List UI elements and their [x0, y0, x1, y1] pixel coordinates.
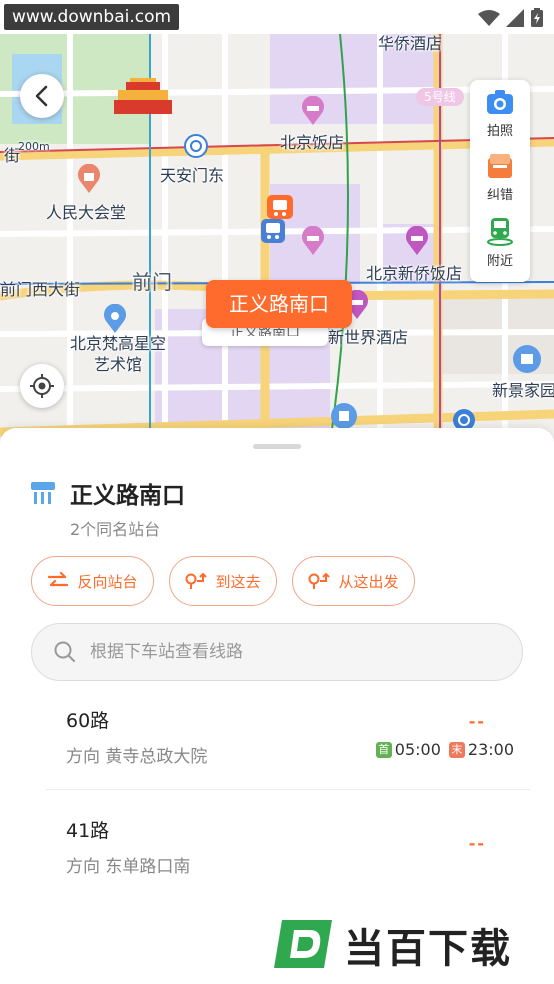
route-number: 60路 [66, 710, 110, 732]
start-here-label: 从这出发 [338, 572, 399, 591]
last-bus-badge: 末 [448, 741, 465, 758]
reverse-platform-label: 反向站台 [77, 572, 138, 591]
map-label-tiananmen-east[interactable]: 天安门东 [160, 162, 224, 186]
poi-hotel-icon [406, 226, 428, 255]
stop-callout[interactable]: 正义路南口 [206, 280, 352, 328]
wifi-icon [478, 10, 500, 26]
locate-button[interactable] [20, 364, 64, 408]
map-view[interactable]: 华侨酒店 街 200m 天安门东 北京饭店 人民大会堂 前门 前门西大街 北京新… [0, 34, 554, 444]
brand-text: 当百下载 [344, 926, 512, 972]
route-to-icon [185, 572, 208, 589]
route-schedule: 首 05:00 末 23:00 [375, 740, 514, 759]
battery-icon [531, 8, 543, 27]
signal-icon [506, 9, 524, 27]
bus-stop-marker-icon[interactable] [260, 218, 286, 244]
go-here-button[interactable]: 到这去 [169, 556, 277, 606]
status-icons [478, 8, 544, 28]
map-label-top-hotel: 华侨酒店 [378, 34, 443, 53]
subway-station-icon [184, 134, 208, 158]
tool-report-button[interactable]: 纠错 [470, 152, 530, 218]
chevron-left-icon [35, 85, 48, 107]
reverse-platform-button[interactable]: 反向站台 [31, 556, 154, 606]
poi-hotel-icon [302, 96, 324, 125]
brand-watermark: 当百下载 [272, 904, 554, 984]
first-bus-time: 05:00 [394, 740, 441, 759]
go-here-label: 到这去 [215, 572, 261, 591]
map-label-great-hall[interactable]: 人民大会堂 [46, 199, 126, 223]
poi-pin-icon [104, 304, 126, 333]
stop-title: 正义路南口 [70, 483, 185, 509]
poi-hospital-icon [331, 403, 357, 429]
tool-nearby-button[interactable]: 附近 [470, 216, 530, 282]
poi-shop-icon [513, 345, 541, 373]
report-icon [488, 154, 512, 178]
stop-subtitle[interactable]: 2个同名站台 [70, 516, 160, 540]
search-icon [54, 641, 75, 662]
route-direction: 方向 东单路口南 [66, 857, 191, 877]
route-direction: 方向 黄寺总政大院 [66, 747, 208, 767]
watermark: www.downbai.com [4, 4, 180, 30]
search-input[interactable] [90, 624, 510, 680]
stop-detail-sheet: 正义路南口 2个同名站台 反向站台 到这去 从这出发 60路 方向 黄寺总政大院… [0, 428, 554, 984]
tool-report-label: 纠错 [486, 188, 513, 203]
map-tool-panel: 拍照 纠错 附近 [470, 80, 530, 282]
camera-icon [487, 90, 513, 114]
bus-stop-icon [31, 482, 55, 504]
back-button[interactable] [20, 74, 64, 118]
route-item[interactable]: 41路 方向 东单路口南 -- [46, 808, 530, 916]
destination-search[interactable] [31, 623, 523, 681]
tool-photo-button[interactable]: 拍照 [470, 88, 530, 154]
first-bus-badge: 首 [375, 741, 392, 758]
nearby-bus-icon [487, 218, 513, 246]
map-label-qianmen-west: 前门西大街 [0, 280, 81, 299]
swap-icon [48, 572, 69, 587]
locate-icon [30, 374, 54, 398]
brand-logo-icon [274, 920, 332, 968]
route-from-icon [308, 572, 331, 589]
status-bar: www.downbai.com [0, 0, 554, 34]
poi-government-icon [78, 164, 100, 193]
sheet-drag-handle[interactable] [253, 444, 301, 449]
map-scale: 200m [18, 140, 50, 153]
route-realtime-status: -- [468, 834, 486, 853]
map-label-fangao-art[interactable]: 北京梵高星空艺术馆 [70, 333, 166, 375]
tool-photo-label: 拍照 [486, 124, 513, 139]
map-label-beijing-hotel[interactable]: 北京饭店 [280, 129, 344, 153]
poi-hotel-icon [302, 226, 324, 255]
map-label-xinjing-home[interactable]: 新景家园 [492, 377, 554, 401]
route-divider [46, 789, 530, 790]
tool-nearby-label: 附近 [486, 254, 513, 269]
start-here-button[interactable]: 从这出发 [292, 556, 415, 606]
map-label-xinqiao-hotel[interactable]: 北京新侨饭店 [366, 260, 462, 284]
route-number: 41路 [66, 820, 110, 842]
route-realtime-status: -- [468, 712, 486, 731]
line5-badge: 5号线 [416, 88, 464, 106]
map-label-qianmen: 前门 [132, 270, 172, 294]
last-bus-time: 23:00 [467, 740, 514, 759]
